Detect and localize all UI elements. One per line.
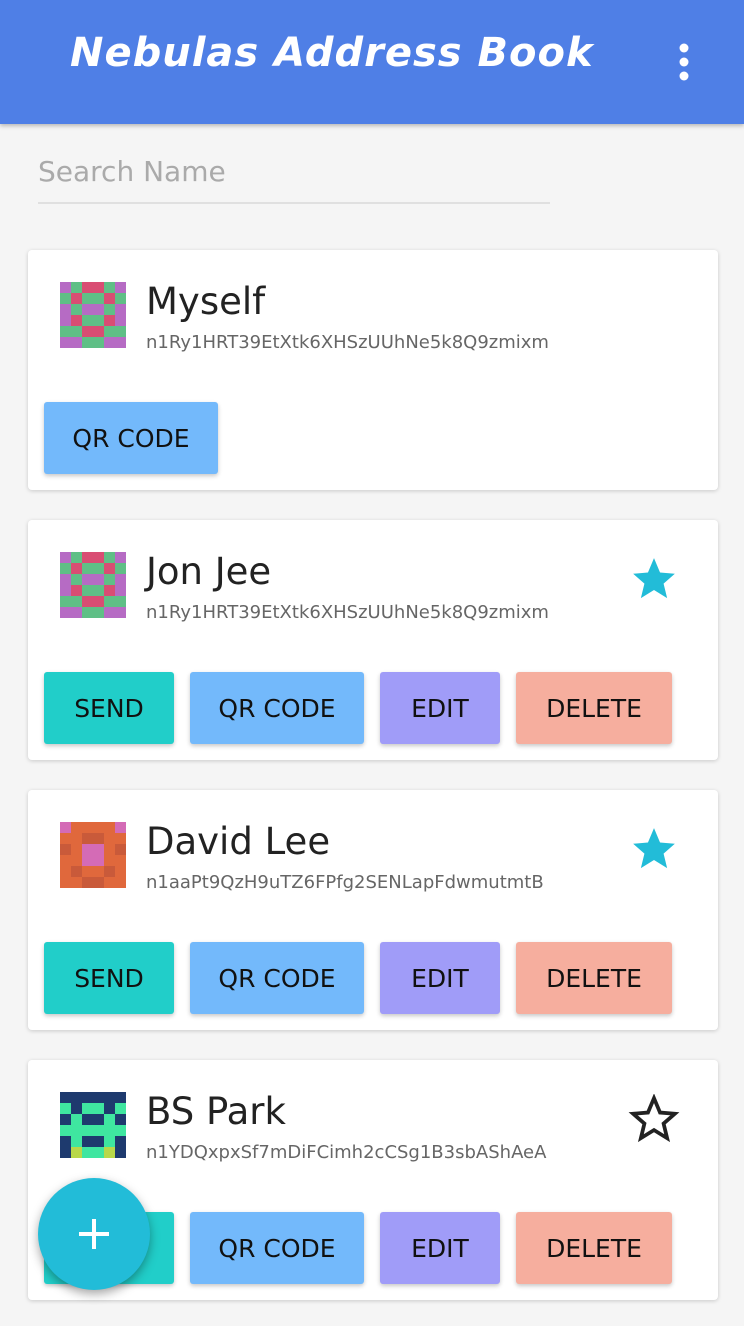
edit-button[interactable]: EDIT xyxy=(380,942,500,1014)
contact-name: David Lee xyxy=(146,820,331,863)
edit-button[interactable]: EDIT xyxy=(380,672,500,744)
plus-icon xyxy=(79,1219,109,1249)
send-button[interactable]: SEND xyxy=(44,672,174,744)
search-input[interactable] xyxy=(38,140,550,204)
contact-address: n1aaPt9QzH9uTZ6FPfg2SENLapFdwmutmtB xyxy=(146,872,544,893)
delete-button[interactable]: DELETE xyxy=(516,1212,672,1284)
delete-button[interactable]: DELETE xyxy=(516,672,672,744)
star-outline-icon[interactable] xyxy=(628,1093,680,1144)
identicon-icon xyxy=(60,552,126,618)
contact-card-david-lee: David Lee n1aaPt9QzH9uTZ6FPfg2SENLapFdwm… xyxy=(28,790,718,1030)
contact-address: n1Ry1HRT39EtXtk6XHSzUUhNe5k8Q9zmixm xyxy=(146,332,549,353)
qr-code-button[interactable]: QR CODE xyxy=(190,1212,364,1284)
contact-address: n1Ry1HRT39EtXtk6XHSzUUhNe5k8Q9zmixm xyxy=(146,602,549,623)
add-contact-button[interactable] xyxy=(38,1178,150,1290)
identicon-icon xyxy=(60,282,126,348)
contact-name: Myself xyxy=(146,280,266,323)
send-button[interactable]: SEND xyxy=(44,942,174,1014)
app-title: Nebulas Address Book xyxy=(70,30,594,76)
qr-code-button[interactable]: QR CODE xyxy=(190,672,364,744)
contact-name: Jon Jee xyxy=(146,550,272,593)
star-filled-icon[interactable] xyxy=(628,824,680,874)
contact-name: BS Park xyxy=(146,1090,286,1133)
qr-code-button[interactable]: QR CODE xyxy=(190,942,364,1014)
qr-code-button[interactable]: QR CODE xyxy=(44,402,218,474)
identicon-icon xyxy=(60,822,126,888)
app-bar: Nebulas Address Book xyxy=(0,0,744,124)
more-vert-icon[interactable] xyxy=(668,40,700,84)
identicon-icon xyxy=(60,1092,126,1158)
delete-button[interactable]: DELETE xyxy=(516,942,672,1014)
edit-button[interactable]: EDIT xyxy=(380,1212,500,1284)
contact-address: n1YDQxpxSf7mDiFCimh2cCSg1B3sbAShAeA xyxy=(146,1142,547,1163)
star-filled-icon[interactable] xyxy=(628,554,680,604)
contact-card-jon-jee: Jon Jee n1Ry1HRT39EtXtk6XHSzUUhNe5k8Q9zm… xyxy=(28,520,718,760)
contact-card-myself: Myself n1Ry1HRT39EtXtk6XHSzUUhNe5k8Q9zmi… xyxy=(28,250,718,490)
